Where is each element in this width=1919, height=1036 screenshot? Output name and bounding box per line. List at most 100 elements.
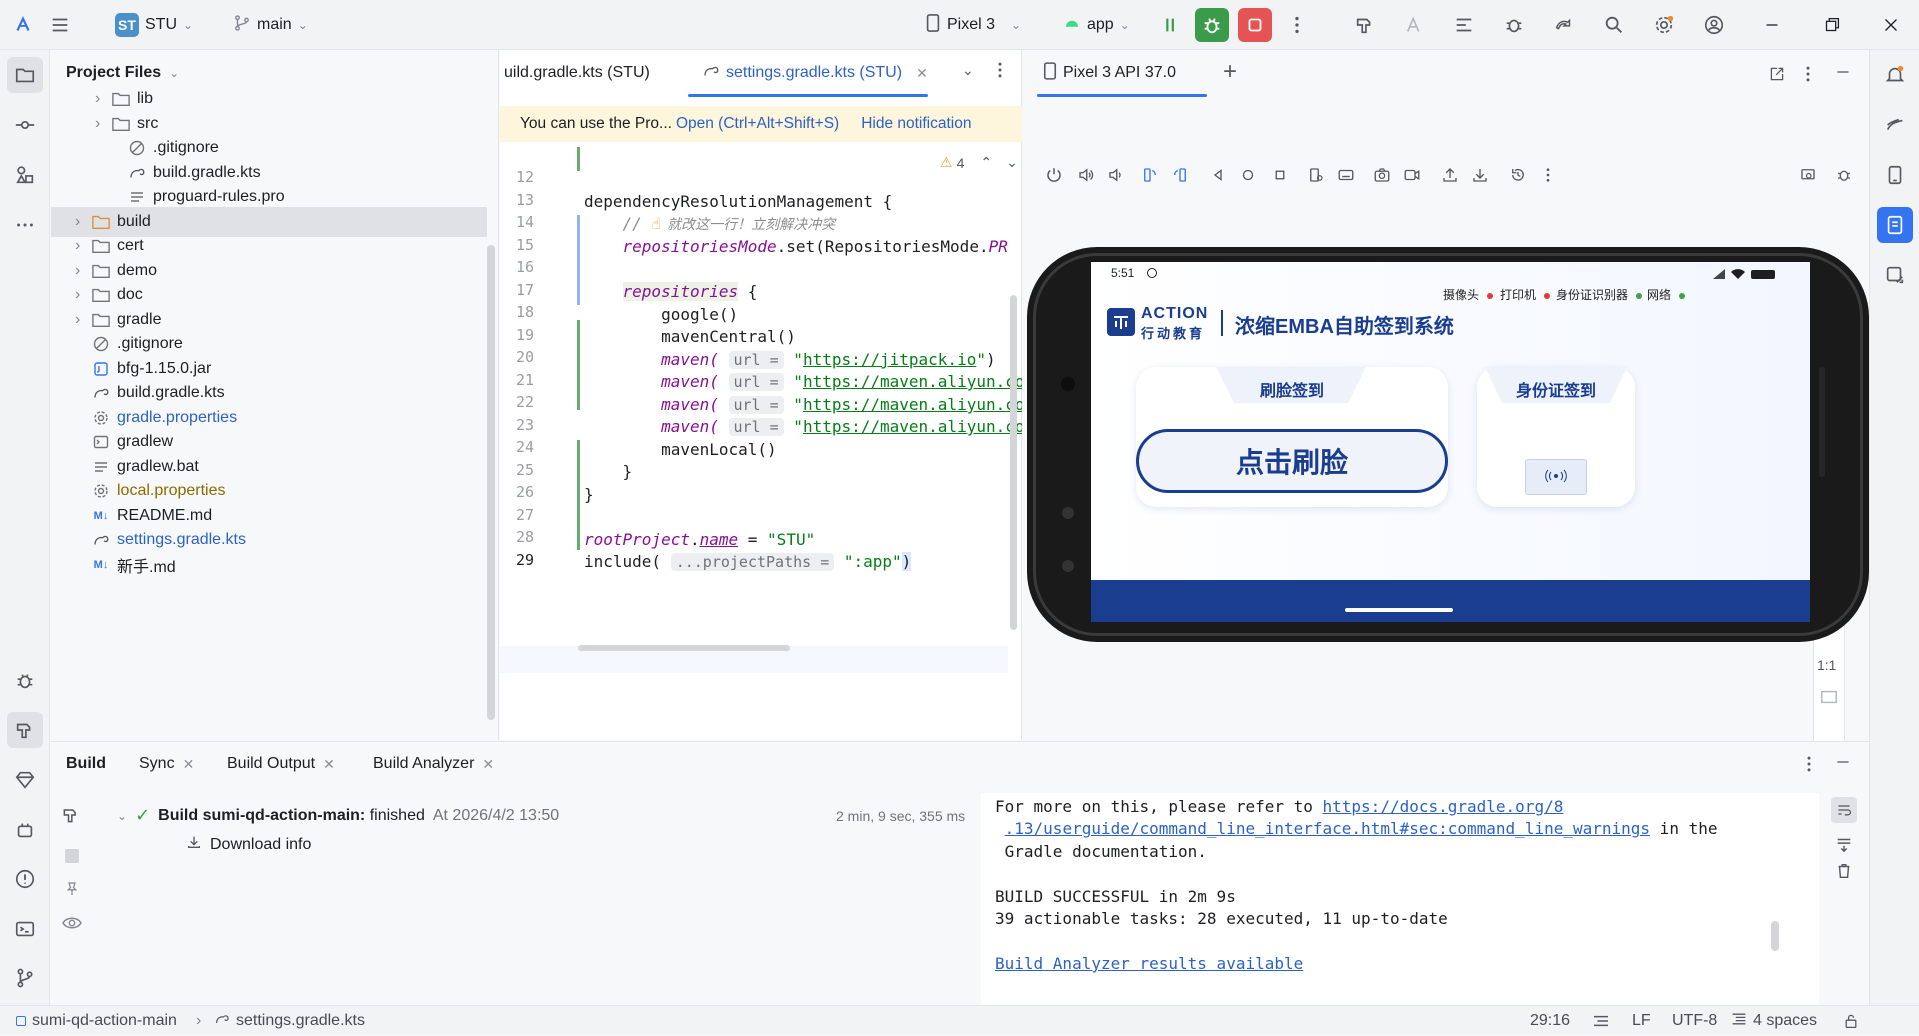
tab-sync[interactable]: Sync ✕ [139, 742, 194, 786]
read-only-lock-icon[interactable] [1843, 1006, 1859, 1036]
running-devices-icon[interactable] [1877, 207, 1913, 243]
restore-icon[interactable] [1817, 10, 1847, 40]
project-selector[interactable]: ST STU ⌄ [115, 9, 193, 41]
app-logo-icon[interactable] [8, 10, 38, 40]
close-tab-icon[interactable]: ✕ [323, 756, 335, 773]
notification-open-link[interactable]: Open (Ctrl+Alt+Shift+S) [676, 115, 839, 133]
cursor-position[interactable]: 29:16 [1530, 1006, 1570, 1036]
rotate-left-icon[interactable] [1139, 164, 1161, 186]
hide-notification-link[interactable]: Hide notification [861, 115, 971, 133]
resource-manager-icon[interactable] [7, 157, 43, 193]
eye-icon[interactable] [61, 914, 83, 937]
account-icon[interactable] [1699, 10, 1729, 40]
device-manager-icon[interactable] [1877, 157, 1913, 193]
close-tab-icon[interactable]: ✕ [482, 756, 494, 773]
search-icon[interactable] [1599, 10, 1629, 40]
overview-icon[interactable] [1269, 164, 1291, 186]
build-result-row[interactable]: ⌄ ✓ Build sumi-qd-action-main: finished … [117, 805, 559, 826]
device-screen[interactable]: 5:51 摄像头 打印机 身份证识别器 网络 ACTION 行动教育 浓缩EMBA自助… [1091, 262, 1810, 622]
file-encoding[interactable]: UTF-8 [1672, 1006, 1717, 1036]
chevron-right-icon[interactable]: › [75, 286, 91, 304]
more-tools-icon[interactable] [7, 207, 43, 243]
upload-icon[interactable] [1439, 164, 1461, 186]
rotate-right-icon[interactable] [1169, 164, 1191, 186]
volume-up-icon[interactable] [1075, 164, 1097, 186]
home-icon[interactable] [1237, 164, 1259, 186]
apply-changes-icon[interactable] [1156, 10, 1186, 40]
close-tab-icon[interactable]: ✕ [183, 756, 195, 773]
gemini-icon[interactable] [1877, 107, 1913, 143]
run-config-selector[interactable]: app ⌄ [1063, 9, 1130, 41]
indent-guide-icon[interactable] [1592, 1006, 1610, 1036]
settings-gear-icon[interactable] [1649, 10, 1679, 40]
branch-selector[interactable]: main ⌄ [233, 9, 308, 41]
editor-horizontal-scrollbar[interactable] [578, 645, 790, 651]
version-control-icon[interactable] [7, 960, 43, 996]
build-console[interactable]: For more on this, please refer to https:… [981, 793, 1819, 1005]
close-icon[interactable] [1876, 10, 1906, 40]
translate-icon[interactable] [1400, 10, 1430, 40]
gem-icon[interactable] [7, 762, 43, 798]
chevron-right-icon[interactable]: › [75, 213, 91, 231]
console-scrollbar[interactable] [1771, 921, 1779, 951]
line-separator[interactable]: LF [1632, 1006, 1651, 1036]
power-icon[interactable] [1043, 164, 1065, 186]
status-project[interactable]: sumi-qd-action-main [16, 1006, 177, 1036]
chevron-right-icon[interactable]: › [95, 90, 111, 108]
keyboard-icon[interactable] [1335, 164, 1357, 186]
chevron-right-icon[interactable]: › [75, 311, 91, 329]
editor-tab-active[interactable]: settings.gradle.kts (STU) ✕ [702, 50, 928, 96]
tab-build[interactable]: Build [66, 742, 106, 786]
scroll-to-end-icon[interactable] [1835, 835, 1853, 858]
build-more-icon[interactable] [1804, 754, 1814, 779]
project-scrollbar[interactable] [487, 245, 495, 720]
sync-gradle-icon[interactable] [1549, 10, 1579, 40]
zoom-actual-size[interactable]: 1:1 [1817, 657, 1836, 673]
download-info-row[interactable]: Download info [186, 834, 311, 855]
build-tool-hammer-icon[interactable] [7, 712, 43, 748]
tab-list-chevron-icon[interactable]: ⌄ [962, 62, 974, 79]
editor-more-icon[interactable] [994, 60, 1006, 85]
terminal-icon[interactable] [7, 911, 43, 947]
emulator-toolbar-more-icon[interactable] [1537, 164, 1559, 186]
debug-icon[interactable] [1195, 8, 1229, 42]
project-folder-icon[interactable] [7, 57, 43, 93]
fold-icon[interactable] [1305, 164, 1327, 186]
problems-icon[interactable] [7, 861, 43, 897]
zoom-fit-icon[interactable] [1820, 688, 1838, 711]
profiler-bug-icon[interactable] [1499, 10, 1529, 40]
gesture-handle[interactable] [1345, 608, 1453, 612]
volume-down-icon[interactable] [1105, 164, 1127, 186]
device-selector[interactable]: Pixel 3 ⌄ [925, 9, 1021, 41]
close-tab-icon[interactable]: ✕ [916, 65, 928, 82]
more-actions-icon[interactable] [1282, 10, 1312, 40]
gradle-docs-link[interactable]: .13/userguide/command_line_interface.htm… [1005, 819, 1650, 838]
indent-setting[interactable]: 4 spaces [1731, 1006, 1817, 1036]
emulator-debug-icon[interactable] [1833, 164, 1855, 186]
layout-inspector-icon[interactable] [1449, 10, 1479, 40]
emulator-tab[interactable]: Pixel 3 API 37.0 [1043, 50, 1176, 96]
previous-highlight-icon[interactable]: ⌃ [980, 154, 992, 171]
project-tree-item[interactable]: M↓ 新手.md [51, 550, 487, 580]
next-highlight-icon[interactable]: ⌄ [1006, 154, 1018, 171]
stop-icon[interactable] [1238, 8, 1272, 42]
chevron-right-icon[interactable]: › [95, 115, 111, 133]
download-icon[interactable] [1469, 164, 1491, 186]
tab-build-output[interactable]: Build Output ✕ [227, 742, 335, 786]
emulator-more-icon[interactable] [1803, 64, 1813, 89]
device-mirror-icon[interactable] [1797, 164, 1819, 186]
snapshot-history-icon[interactable] [1507, 164, 1529, 186]
build-analyzer-link[interactable]: Build Analyzer results available [995, 954, 1303, 973]
notifications-icon[interactable] [1877, 57, 1913, 93]
clear-all-icon[interactable] [1835, 862, 1853, 885]
add-device-icon[interactable]: + [1223, 58, 1237, 86]
soft-wrap-icon[interactable] [1831, 797, 1857, 823]
app-quality-icon[interactable] [7, 812, 43, 848]
gradle-docs-link[interactable]: https://docs.gradle.org/8 [1323, 797, 1564, 816]
chevron-right-icon[interactable]: › [75, 262, 91, 280]
minimize-icon[interactable] [1757, 10, 1787, 40]
editor-tab[interactable]: uild.gradle.kts (STU) [504, 50, 650, 96]
hide-panel-icon[interactable] [1835, 64, 1851, 85]
commit-icon[interactable] [7, 107, 43, 143]
build-hammer-icon[interactable] [1350, 10, 1380, 40]
